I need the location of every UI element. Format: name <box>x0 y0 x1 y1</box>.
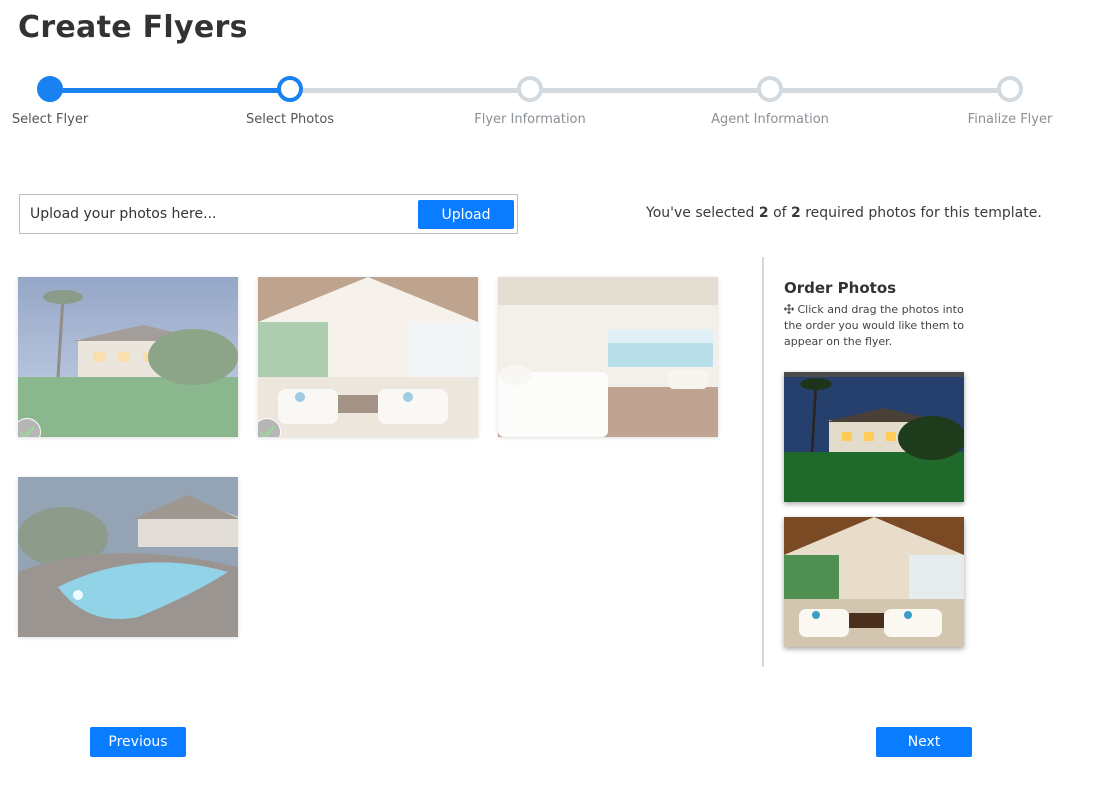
photo-image <box>258 277 478 437</box>
step-agent-information: Agent Information <box>695 76 845 127</box>
ordered-photo-great-room-interior[interactable] <box>784 517 964 647</box>
page-title: Create Flyers <box>18 10 248 45</box>
photo-pool-at-dusk[interactable] <box>18 477 238 637</box>
selection-middle: of <box>768 205 792 221</box>
required-count: 2 <box>791 205 801 221</box>
photo-ocean-view-bedroom[interactable] <box>498 277 718 437</box>
step-marker-current <box>277 76 303 102</box>
step-label: Agent Information <box>711 112 829 127</box>
photo-image <box>18 277 238 437</box>
thumbnail-image <box>784 372 964 502</box>
panel-divider <box>762 257 764 667</box>
step-marker-upcoming <box>997 76 1023 102</box>
order-help-text: Click and drag the photos into the order… <box>784 303 964 348</box>
thumbnail-image <box>784 517 964 647</box>
ordered-photo-house-exterior-lawn[interactable] <box>784 372 964 502</box>
selection-status: You've selected 2 of 2 required photos f… <box>646 205 1042 221</box>
photo-great-room-interior[interactable] <box>258 277 478 437</box>
step-flyer-information: Flyer Information <box>455 76 605 127</box>
order-photos-title: Order Photos <box>784 279 897 297</box>
step-label: Flyer Information <box>474 112 586 127</box>
order-photos-help: Click and drag the photos into the order… <box>783 302 969 350</box>
selection-prefix: You've selected <box>646 205 759 221</box>
step-finalize-flyer: Finalize Flyer <box>935 76 1085 127</box>
step-select-photos[interactable]: Select Photos <box>215 76 365 127</box>
photo-house-exterior-lawn[interactable] <box>18 277 238 437</box>
upload-field-group: Upload <box>19 194 518 234</box>
selected-count: 2 <box>758 205 769 221</box>
step-label: Select Flyer <box>11 112 89 127</box>
move-icon <box>783 303 795 315</box>
upload-button[interactable]: Upload <box>418 200 514 229</box>
next-button[interactable]: Next <box>876 727 972 757</box>
previous-button[interactable]: Previous <box>90 727 186 757</box>
step-label: Finalize Flyer <box>967 112 1053 127</box>
progress-stepper: Select Flyer Select Photos Flyer Informa… <box>0 60 1109 150</box>
upload-input[interactable] <box>30 195 415 233</box>
step-select-flyer[interactable]: Select Flyer <box>0 76 125 127</box>
step-marker-upcoming <box>757 76 783 102</box>
step-marker-completed <box>37 76 63 102</box>
photo-image <box>18 477 238 637</box>
photo-image <box>498 277 718 437</box>
selection-suffix: required photos for this template. <box>800 205 1042 221</box>
step-label: Select Photos <box>245 112 335 127</box>
step-marker-upcoming <box>517 76 543 102</box>
